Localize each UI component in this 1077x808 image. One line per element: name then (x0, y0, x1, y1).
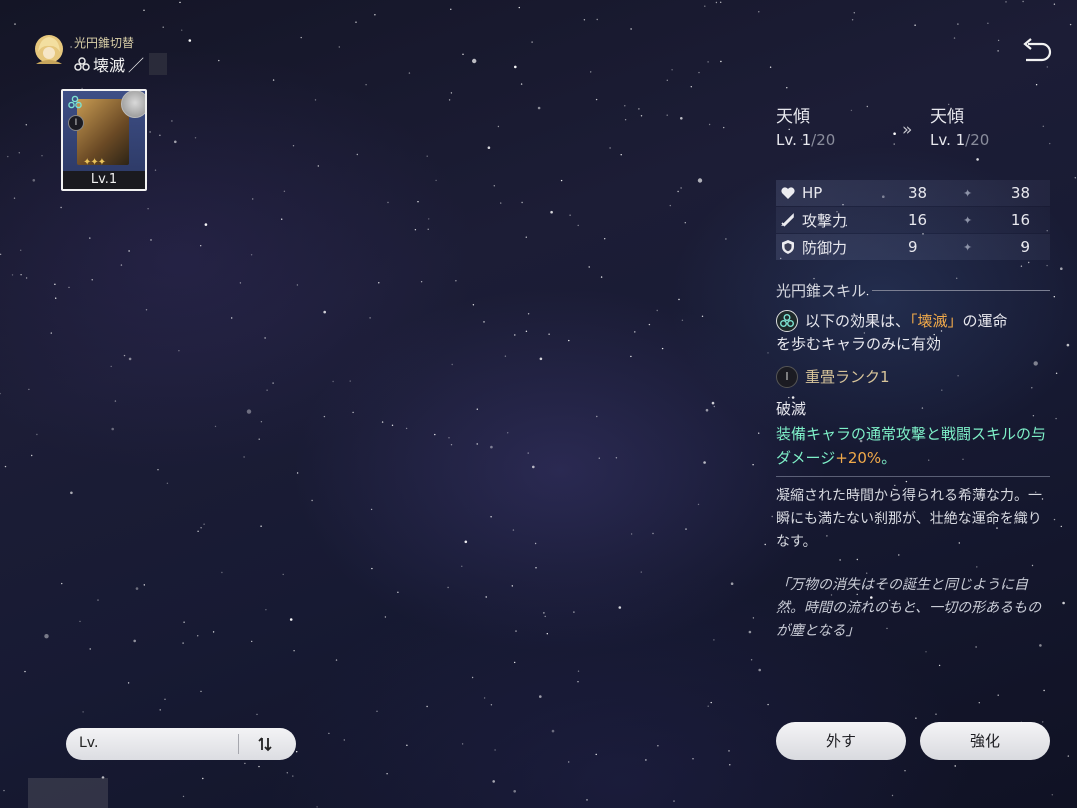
level-current: Lv. 1/20 (776, 131, 835, 149)
skill-desc-value: +20% (835, 449, 882, 467)
stat-label: HP (802, 184, 823, 202)
back-arrow-icon[interactable] (1020, 38, 1052, 64)
path-condition-text-line2: を歩むキャラのみに有効 (776, 335, 942, 353)
equipped-character-icon (121, 91, 145, 118)
level-max: /20 (965, 131, 990, 149)
sort-order-icon[interactable] (256, 736, 276, 752)
enhance-button[interactable]: 強化 (920, 722, 1050, 760)
stat-arrow-icon: ✦ (963, 186, 973, 200)
level-label: Lv. (776, 131, 797, 149)
stat-value-new: 9 (1020, 238, 1030, 256)
level-value: 1 (801, 131, 812, 149)
light-cone-card-selected[interactable]: I ✦✦✦ Lv.1 (61, 89, 147, 191)
condition-pre: 以下の効果は、 (805, 312, 911, 330)
stat-value-current: 38 (908, 184, 928, 202)
rarity-stars: ✦✦✦ (83, 157, 106, 168)
level-max: /20 (811, 131, 836, 149)
stat-value-current: 9 (908, 238, 918, 256)
skill-desc-main: 装備キャラの通常攻撃と戦闘スキルの与ダメージ (776, 425, 1047, 467)
level-new: Lv. 1/20 (930, 131, 989, 149)
level-value: 1 (955, 131, 966, 149)
superimpose-rank-icon: I (776, 366, 798, 388)
bottom-corner-panel (28, 778, 108, 808)
skill-desc-end: 。 (881, 449, 897, 467)
stats-comparison-table: HP 38 ✦ 38 攻撃力 16 ✦ 16 防御力 9 ✦ 9 (776, 180, 1050, 261)
lore-quote: 「万物の消失はその誕生と同じように自然。時間の流れのもと、一切の形あるものが塵と… (776, 577, 1042, 639)
stat-value-new: 38 (1010, 184, 1030, 202)
stat-value-current: 16 (908, 211, 928, 229)
character-avatar-icon (35, 35, 63, 64)
superimpose-rank-label: 重畳ランク1 (805, 368, 890, 386)
page-title: 光円錐切替 (74, 36, 135, 50)
stat-arrow-icon: ✦ (963, 213, 973, 227)
starfield-background (0, 0, 1077, 808)
condition-path-highlight: 「壊滅」 (910, 312, 963, 330)
path-condition-text: 以下の効果は、「壊滅」の運命 (805, 310, 1055, 333)
rank-badge: I (68, 115, 84, 131)
stat-value-new: 16 (1010, 211, 1030, 229)
path-separator: ／ (128, 56, 145, 75)
sort-dropdown[interactable]: Lv. (66, 728, 296, 760)
path-name: 壊滅 (93, 56, 126, 75)
level-label: Lv. (930, 131, 951, 149)
card-level: Lv.1 (63, 171, 145, 189)
compare-arrow-icon: » (902, 120, 913, 140)
condition-post: の運命 (962, 312, 1008, 330)
light-cone-name-current: 天傾 (776, 107, 810, 127)
destruction-path-icon (74, 57, 90, 71)
sort-label: Lv. (79, 735, 99, 751)
stat-row-attack: 攻撃力 16 ✦ 16 (776, 207, 1050, 233)
skill-section-header: 光円錐スキル (776, 280, 1050, 301)
light-cone-name-new: 天傾 (930, 107, 964, 127)
path-slot-box (149, 53, 168, 75)
skill-name: 破滅 (776, 400, 807, 418)
destruction-path-icon (68, 95, 82, 109)
stat-label: 防御力 (802, 238, 848, 257)
sort-separator (238, 734, 239, 754)
hp-heart-icon (781, 187, 795, 199)
destruction-path-icon (776, 310, 798, 332)
skill-header-label: 光円錐スキル (776, 282, 867, 300)
section-divider (776, 476, 1050, 477)
header-divider (872, 290, 1050, 291)
stat-label: 攻撃力 (802, 211, 848, 230)
remove-button[interactable]: 外す (776, 722, 906, 760)
lore-text: 凝縮された時間から得られる希薄な力。一瞬にも満たない刹那が、壮絶な運命を織りなす… (776, 488, 1042, 550)
stat-row-hp: HP 38 ✦ 38 (776, 180, 1050, 206)
path-filter-label: 壊滅 ／ (74, 52, 168, 76)
stat-arrow-icon: ✦ (963, 240, 973, 254)
defense-shield-icon (782, 240, 794, 254)
skill-description: 装備キャラの通常攻撃と戦闘スキルの与ダメージ+20%。 (776, 422, 1048, 470)
stat-row-defense: 防御力 9 ✦ 9 (776, 234, 1050, 260)
attack-sword-icon (781, 213, 794, 227)
